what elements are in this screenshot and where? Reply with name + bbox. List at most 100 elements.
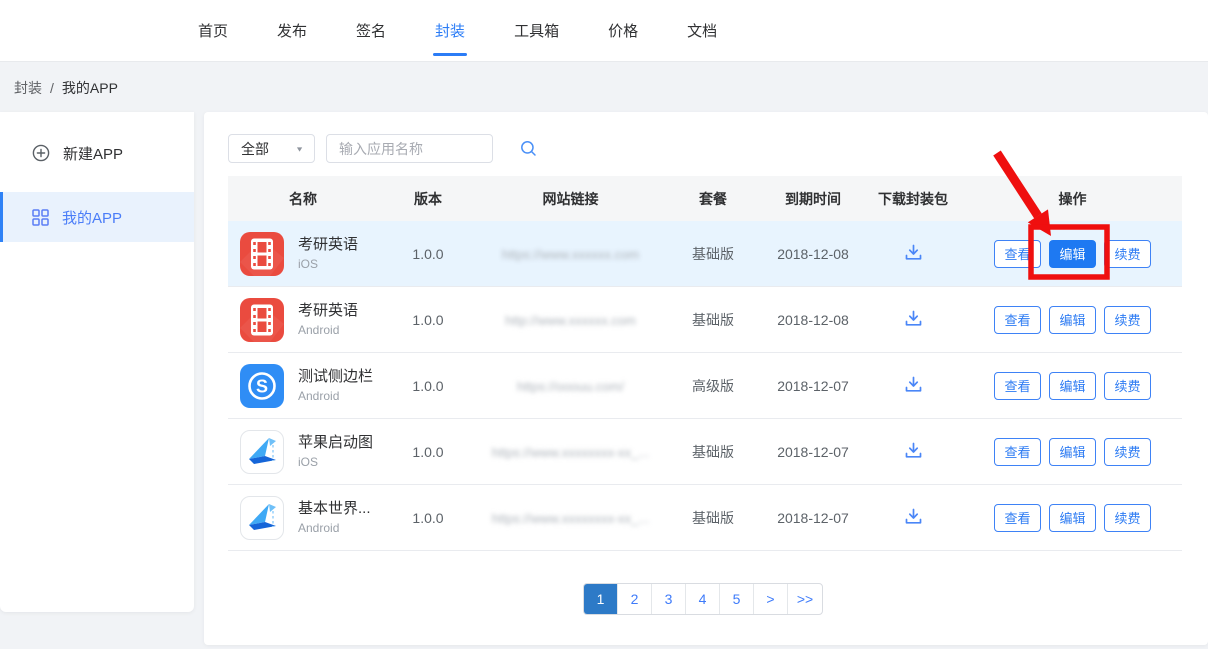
download-tray-icon[interactable] xyxy=(903,507,924,526)
table-header-row: 名称 版本 网站链接 套餐 到期时间 下载封装包 操作 xyxy=(228,176,1182,221)
download-tray-icon[interactable] xyxy=(903,309,924,328)
app-plan: 基础版 xyxy=(663,244,763,264)
nav-item-home[interactable]: 首页 xyxy=(198,0,228,62)
breadcrumb-section[interactable]: 封装 xyxy=(14,78,42,98)
download-tray-icon[interactable] xyxy=(903,243,924,262)
top-navigation: 首页 发布 签名 封装 工具箱 价格 文档 xyxy=(0,0,1208,62)
film-app-icon xyxy=(240,232,284,276)
page-button-1[interactable]: 1 xyxy=(584,584,618,614)
nav-item-docs[interactable]: 文档 xyxy=(687,0,717,62)
nav-item-sign[interactable]: 签名 xyxy=(356,0,386,62)
download-tray-icon[interactable] xyxy=(903,375,924,394)
filter-dropdown-value: 全部 xyxy=(241,139,269,159)
app-plan: 基础版 xyxy=(663,508,763,528)
col-header-name: 名称 xyxy=(228,189,378,209)
app-version: 1.0.0 xyxy=(378,378,478,394)
nav-item-package[interactable]: 封装 xyxy=(435,0,465,62)
plus-circle-icon xyxy=(32,144,50,162)
edit-button[interactable]: 编辑 xyxy=(1049,504,1096,532)
paper-bird-app-icon xyxy=(240,430,284,474)
app-platform: Android xyxy=(298,388,373,404)
view-button[interactable]: 查看 xyxy=(994,306,1041,334)
app-plan: 高级版 xyxy=(663,376,763,396)
sidebar-item-new-app[interactable]: 新建APP xyxy=(0,126,194,180)
view-button[interactable]: 查看 xyxy=(994,504,1041,532)
edit-button[interactable]: 编辑 xyxy=(1049,306,1096,334)
app-expiry-date: 2018-12-08 xyxy=(763,246,863,262)
app-link-blurred: https://www.xxxxxxxx-xx_... xyxy=(492,445,649,460)
sidebar-item-label: 新建APP xyxy=(63,143,123,164)
table-row: 苹果启动图 iOS 1.0.0 https://www.xxxxxxxx-xx_… xyxy=(228,419,1182,485)
app-name: 苹果启动图 xyxy=(298,433,373,453)
col-header-actions: 操作 xyxy=(963,189,1182,209)
pagination: 1 2 3 4 5 > >> xyxy=(583,583,823,615)
app-name: 考研英语 xyxy=(298,301,358,321)
download-tray-icon[interactable] xyxy=(903,441,924,460)
edit-button[interactable]: 编辑 xyxy=(1049,438,1096,466)
table-row: 考研英语 Android 1.0.0 http://www.xxxxxx.com… xyxy=(228,287,1182,353)
view-button[interactable]: 查看 xyxy=(994,372,1041,400)
main-panel: 全部 ▼ 名称 版本 网站链接 套餐 到期时间 下载封装包 操作 xyxy=(204,112,1208,645)
renew-button[interactable]: 续费 xyxy=(1104,240,1151,268)
app-expiry-date: 2018-12-08 xyxy=(763,312,863,328)
caret-down-icon: ▼ xyxy=(295,145,304,153)
grid-icon xyxy=(32,209,49,226)
table-row: 考研英语 iOS 1.0.0 https://www.xxxxxx.com 基础… xyxy=(228,221,1182,287)
breadcrumb-current: 我的APP xyxy=(62,78,118,98)
page-button-5[interactable]: 5 xyxy=(720,584,754,614)
app-name: 测试侧边栏 xyxy=(298,367,373,387)
app-platform: iOS xyxy=(298,454,373,470)
page-button-2[interactable]: 2 xyxy=(618,584,652,614)
breadcrumb: 封装 / 我的APP xyxy=(14,78,118,98)
page-button-3[interactable]: 3 xyxy=(652,584,686,614)
renew-button[interactable]: 续费 xyxy=(1104,504,1151,532)
magnifier-icon[interactable] xyxy=(520,140,537,157)
nav-item-price[interactable]: 价格 xyxy=(608,0,638,62)
search-input[interactable] xyxy=(327,135,520,162)
search-box xyxy=(326,134,493,163)
app-plan: 基础版 xyxy=(663,310,763,330)
col-header-expires: 到期时间 xyxy=(763,189,863,209)
svg-text:S: S xyxy=(256,376,268,396)
view-button[interactable]: 查看 xyxy=(994,240,1041,268)
sidebar: 新建APP 我的APP xyxy=(0,112,194,612)
app-expiry-date: 2018-12-07 xyxy=(763,510,863,526)
app-name: 基本世界... xyxy=(298,499,371,519)
renew-button[interactable]: 续费 xyxy=(1104,372,1151,400)
view-button[interactable]: 查看 xyxy=(994,438,1041,466)
app-link-blurred: https://www.xxxxxx.com xyxy=(502,247,639,262)
col-header-link: 网站链接 xyxy=(478,189,663,209)
app-table: 名称 版本 网站链接 套餐 到期时间 下载封装包 操作 xyxy=(228,176,1182,551)
app-platform: Android xyxy=(298,520,371,536)
filter-dropdown[interactable]: 全部 ▼ xyxy=(228,134,315,163)
last-page-button[interactable]: >> xyxy=(788,584,822,614)
s-app-icon: S xyxy=(240,364,284,408)
app-name: 考研英语 xyxy=(298,235,358,255)
sidebar-item-label: 我的APP xyxy=(62,207,122,228)
app-expiry-date: 2018-12-07 xyxy=(763,444,863,460)
app-platform: Android xyxy=(298,322,358,338)
film-app-icon xyxy=(240,298,284,342)
app-version: 1.0.0 xyxy=(378,246,478,262)
app-expiry-date: 2018-12-07 xyxy=(763,378,863,394)
renew-button[interactable]: 续费 xyxy=(1104,438,1151,466)
app-link-blurred: https://ooouu.com/ xyxy=(517,379,624,394)
app-version: 1.0.0 xyxy=(378,312,478,328)
app-platform: iOS xyxy=(298,256,358,272)
col-header-download: 下载封装包 xyxy=(863,189,963,209)
app-version: 1.0.0 xyxy=(378,444,478,460)
app-link-blurred: https://www.xxxxxxxx-xx_... xyxy=(492,511,649,526)
list-toolbar: 全部 ▼ xyxy=(228,134,493,163)
next-page-button[interactable]: > xyxy=(754,584,788,614)
nav-item-toolbox[interactable]: 工具箱 xyxy=(514,0,559,62)
renew-button[interactable]: 续费 xyxy=(1104,306,1151,334)
nav-item-publish[interactable]: 发布 xyxy=(277,0,307,62)
edit-button[interactable]: 编辑 xyxy=(1049,372,1096,400)
table-row: S 测试侧边栏 Android 1.0.0 https://ooouu.com/… xyxy=(228,353,1182,419)
edit-button[interactable]: 编辑 xyxy=(1049,240,1096,268)
table-row: 基本世界... Android 1.0.0 https://www.xxxxxx… xyxy=(228,485,1182,551)
sidebar-item-my-app[interactable]: 我的APP xyxy=(0,192,194,242)
app-link-blurred: http://www.xxxxxx.com xyxy=(505,313,636,328)
page-button-4[interactable]: 4 xyxy=(686,584,720,614)
breadcrumb-separator: / xyxy=(50,80,54,96)
